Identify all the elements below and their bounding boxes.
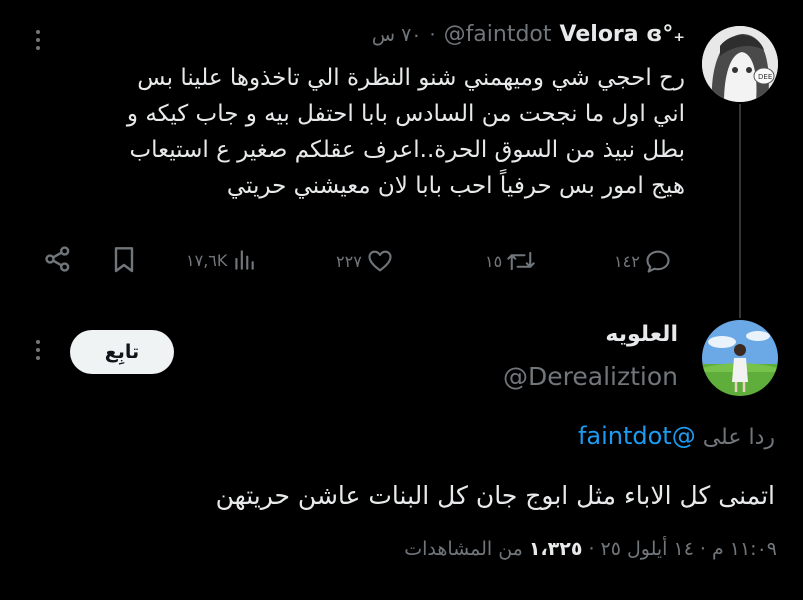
like-icon [368, 250, 392, 272]
reply-count: ١٤٢ [614, 251, 640, 271]
more-options-icon[interactable] [36, 340, 40, 360]
author-handle[interactable]: @faintdot [444, 22, 552, 47]
repost-icon [507, 251, 535, 271]
tweet-text-line: هيج امور بس حرفياً احب بابا لان معيشني ح… [226, 173, 685, 199]
separator-dot: · [429, 24, 436, 46]
reply-tweet-text: اتمنى كل الاباء مثل ابوج جان كل البنات ع… [215, 481, 775, 510]
replying-to-prefix: ردا على [702, 425, 775, 450]
reply-author-avatar[interactable] [702, 320, 778, 396]
replying-to-handle-link[interactable]: @faintdot [578, 422, 696, 450]
reply-meta: ١١:٠٩ م · ١٤ أيلول ٢٥ · ١،٣٢٥ من المشاهد… [404, 538, 777, 560]
tweet-text-line: اني اول ما نجحت من السادس بابا احتفل بيه… [126, 101, 685, 127]
share-icon [45, 246, 70, 272]
replying-to: ردا على @faintdot [578, 422, 775, 450]
author-display-name[interactable]: Velora ɞ°₊ [560, 22, 685, 47]
avatar-illustration: DEE [702, 26, 778, 102]
reply-author-name[interactable]: العلويه [605, 322, 678, 347]
parent-tweet-header: ٧٠ س · @faintdot Velora ɞ°₊ [372, 22, 685, 47]
tweet-date[interactable]: ١٤ أيلول ٢٥ [601, 538, 694, 560]
svg-text:DEE: DEE [758, 73, 772, 81]
separator-dot: · [588, 538, 595, 560]
reply-button[interactable]: ١٤٢ [614, 247, 672, 275]
views-button[interactable]: ١٧,٦K [186, 247, 257, 273]
reply-author-handle[interactable]: @Derealiztion [503, 362, 678, 391]
repost-count: ١٥ [485, 251, 503, 271]
tweet-text-line: رح احجي شي وميهمني شنو النظرة الي تاخذوه… [137, 65, 685, 91]
views-count: ١٧,٦K [186, 250, 228, 270]
views-icon [235, 250, 255, 270]
thread-connector-line [739, 104, 741, 318]
share-button[interactable] [42, 243, 74, 279]
bookmark-button[interactable] [108, 243, 140, 279]
views-label: من المشاهدات [404, 538, 523, 560]
avatar-illustration [702, 320, 778, 396]
tweet-timestamp[interactable]: ١١:٠٩ م [712, 538, 777, 560]
parent-tweet-text: رح احجي شي وميهمني شنو النظرة الي تاخذوه… [5, 60, 685, 204]
follow-button[interactable]: تابِع [70, 330, 174, 374]
views-count: ١،٣٢٥ [528, 538, 583, 560]
more-options-icon[interactable] [36, 30, 40, 50]
tweet-text-line: بطل نبيذ من السوق الحرة..اعرف عقلكم صغير… [129, 137, 685, 163]
parent-author-avatar[interactable]: DEE [702, 26, 778, 102]
bookmark-icon [114, 247, 134, 273]
like-count: ٢٢٧ [336, 251, 362, 271]
reply-icon [646, 250, 670, 273]
repost-button[interactable]: ١٥ [485, 247, 536, 275]
like-button[interactable]: ٢٢٧ [336, 247, 394, 275]
tweet-action-bar: ١٧,٦K ٢٢٧ ١٥ ١٤٢ [40, 243, 690, 275]
tweet-time[interactable]: ٧٠ س [372, 24, 422, 46]
separator-dot: · [699, 538, 706, 560]
